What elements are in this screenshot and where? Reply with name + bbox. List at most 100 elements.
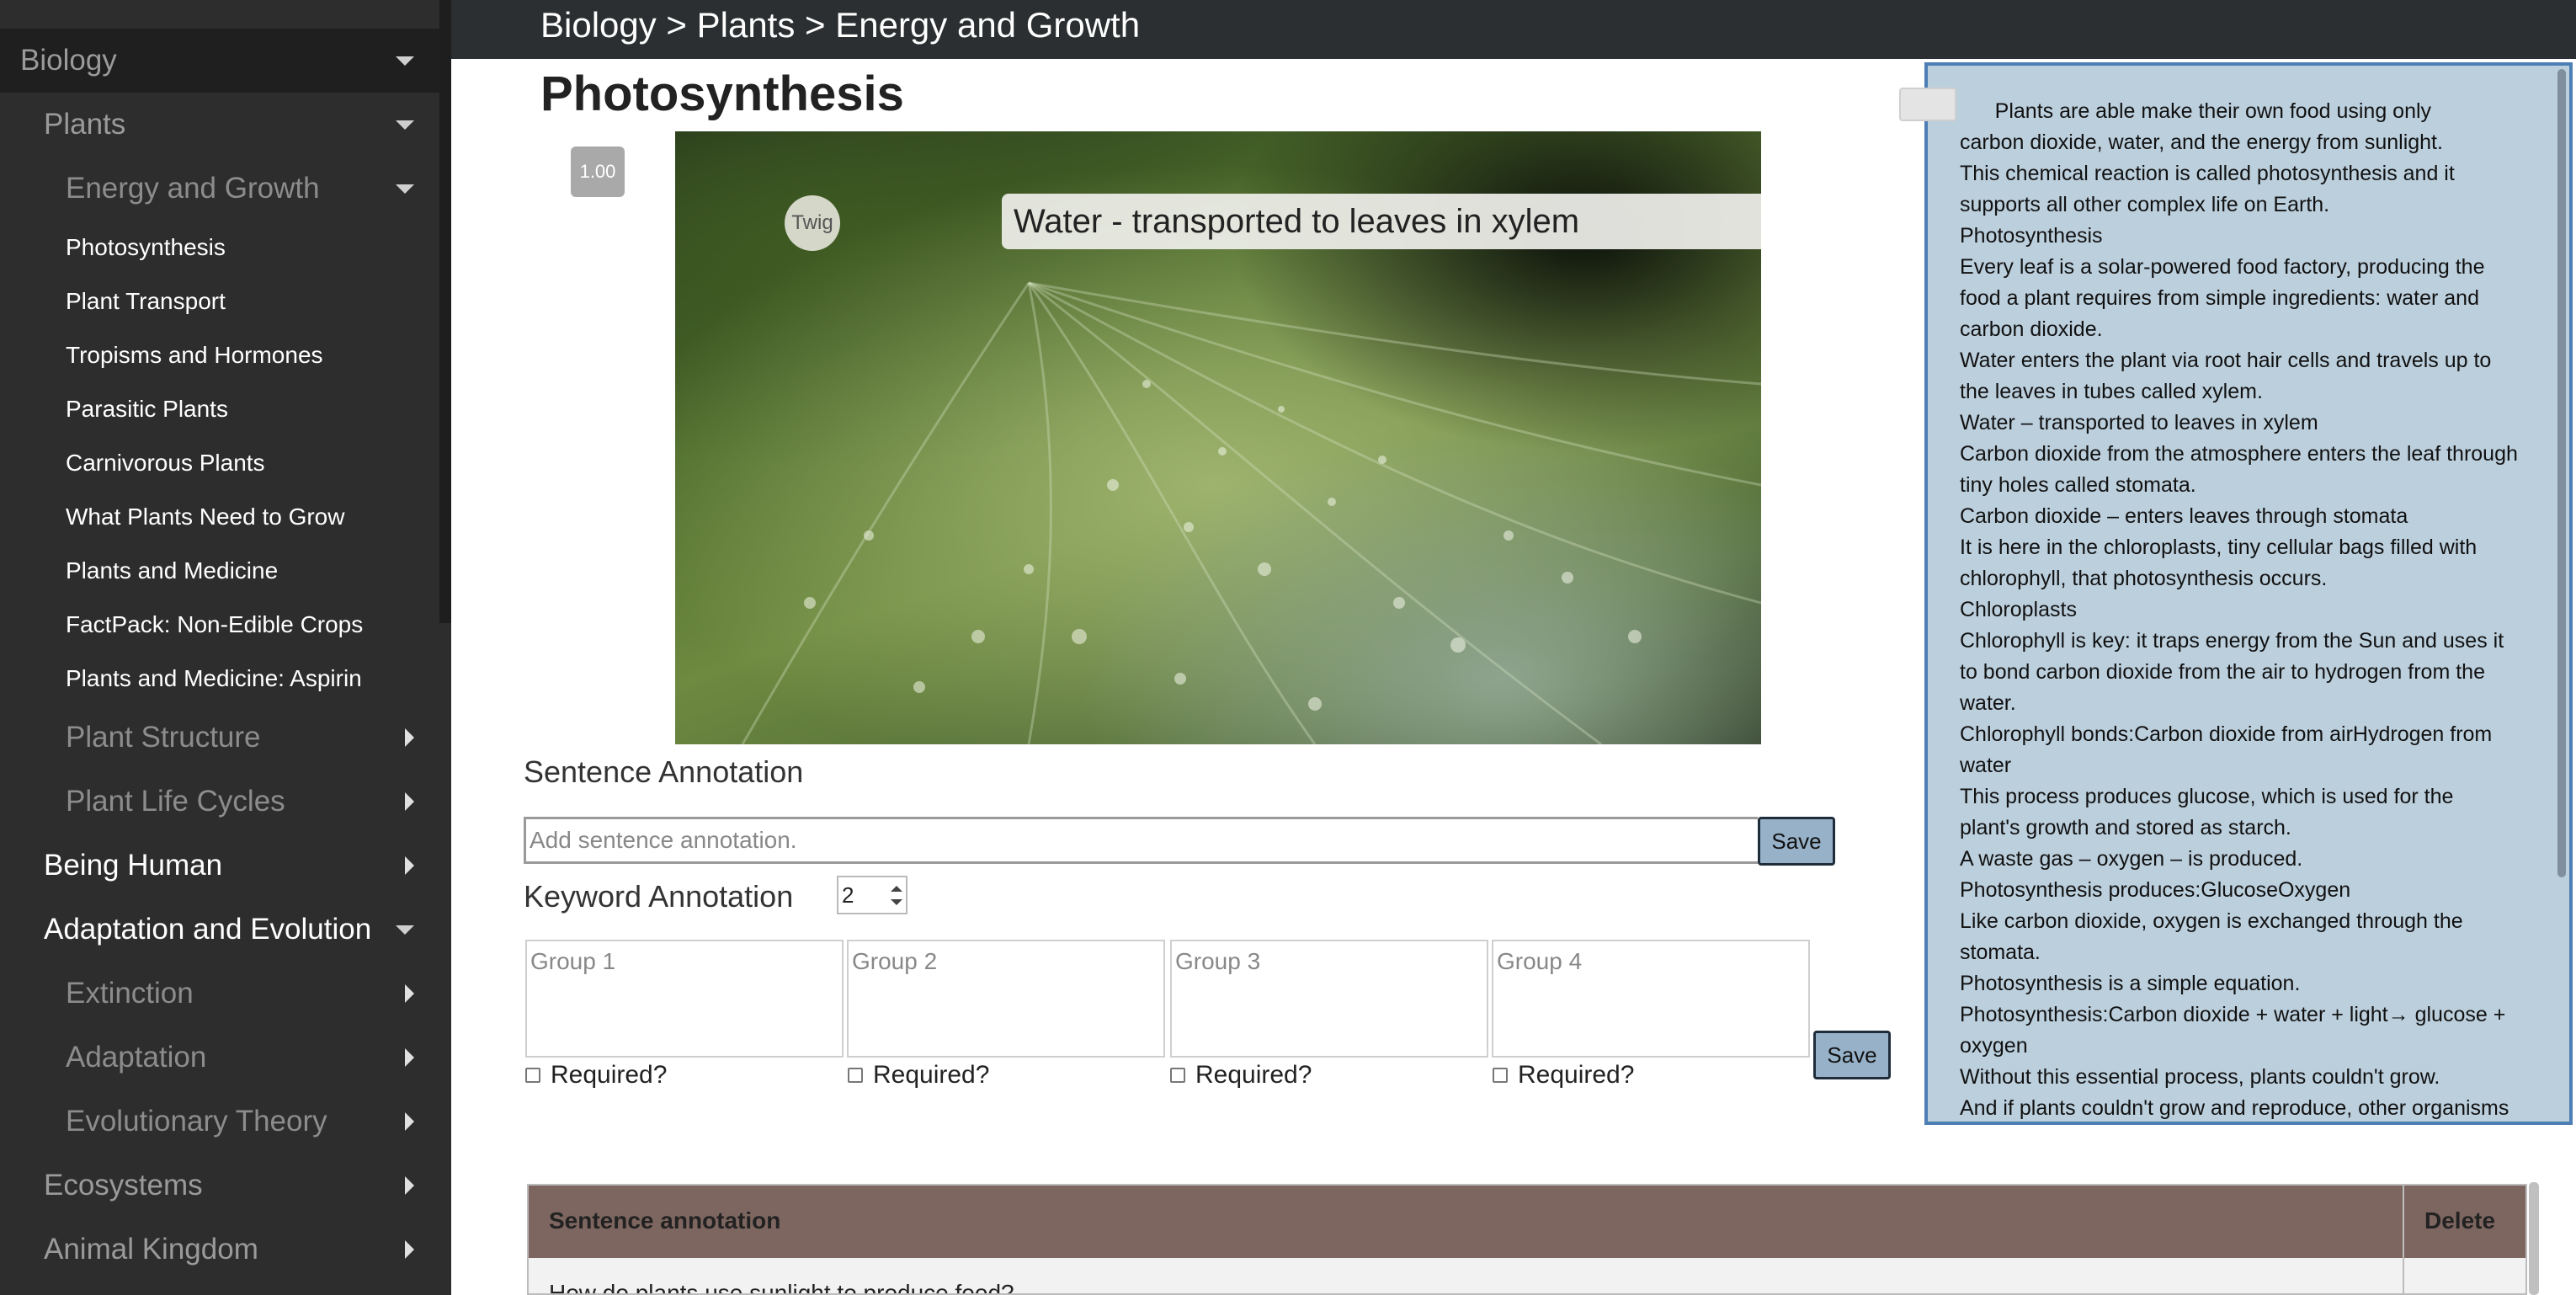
- group-3-required[interactable]: Required?: [1170, 1061, 1312, 1090]
- sidebar-item-label: Carnivorous Plants: [66, 450, 265, 476]
- sidebar-item-ecosystems[interactable]: Ecosystems: [0, 1154, 439, 1218]
- chevron-down-icon[interactable]: [396, 56, 414, 66]
- sidebar-item-label: FactPack: Non-Edible Crops: [66, 611, 364, 637]
- sidebar-item-adaptation[interactable]: Adaptation: [0, 1026, 439, 1090]
- transcript-line: Carbon dioxide from the atmosphere enter…: [1960, 442, 2518, 466]
- transcript-line: the leaves in tubes called xylem.: [1960, 380, 2263, 403]
- chevron-down-icon[interactable]: [396, 925, 414, 935]
- required-label: Required?: [1195, 1061, 1312, 1089]
- chevron-right-icon[interactable]: [405, 1240, 414, 1259]
- sidebar-item-plants-and-medicine[interactable]: Plants and Medicine: [0, 544, 439, 598]
- keyword-save-button[interactable]: Save: [1813, 1031, 1891, 1079]
- sidebar-item-label: Being Human: [44, 849, 223, 882]
- sentence-save-button[interactable]: Save: [1758, 817, 1835, 866]
- chevron-right-icon[interactable]: [405, 1048, 414, 1067]
- transcript-text[interactable]: Plants are able make their own food usin…: [1960, 96, 2541, 1122]
- group-1-required[interactable]: Required?: [525, 1061, 667, 1090]
- transcript-line: water.: [1960, 691, 2016, 715]
- chevron-right-icon[interactable]: [405, 984, 414, 1003]
- sidebar-item-label: Plants and Medicine: Aspirin: [66, 665, 362, 691]
- transcript-line: Photosynthesis produces:GlucoseOxygen: [1960, 878, 2351, 902]
- table-header: Sentence annotation Delete: [529, 1186, 2525, 1258]
- keyword-group-2-input[interactable]: Group 2: [847, 940, 1165, 1058]
- transcript-line: Every leaf is a solar-powered food facto…: [1960, 255, 2485, 279]
- required-checkbox[interactable]: [1170, 1068, 1185, 1083]
- delete-annotation-button[interactable]: [1899, 88, 1956, 121]
- page-scrollbar[interactable]: [2529, 1182, 2539, 1295]
- sidebar-item-plant-life-cycles[interactable]: Plant Life Cycles: [0, 770, 439, 834]
- stepper-arrows-icon[interactable]: [887, 881, 904, 911]
- keyword-group-3-input[interactable]: Group 3: [1170, 940, 1488, 1058]
- chevron-right-icon[interactable]: [405, 1176, 414, 1195]
- column-header-delete: Delete: [2424, 1207, 2496, 1234]
- sidebar-item-carnivorous-plants[interactable]: Carnivorous Plants: [0, 436, 439, 490]
- sidebar-item-label: Plant Life Cycles: [66, 785, 285, 818]
- sidebar-item-label: Plant Transport: [66, 288, 226, 314]
- transcript-line: And if plants couldn't grow and reproduc…: [1960, 1096, 2509, 1120]
- sidebar-item-factpack-non-edible-crops[interactable]: FactPack: Non-Edible Crops: [0, 598, 439, 652]
- sentence-annotation-input[interactable]: Add sentence annotation.: [524, 817, 1758, 864]
- sidebar-item-biology[interactable]: Biology: [0, 29, 439, 93]
- chevron-down-icon[interactable]: [396, 184, 414, 194]
- sidebar-item-label: Extinction: [66, 977, 194, 1010]
- sidebar-item-evolutionary-theory[interactable]: Evolutionary Theory: [0, 1090, 439, 1154]
- annotation-sentence-cell: How do plants use sunlight to produce fo…: [549, 1280, 1014, 1295]
- transcript-line: stomata.: [1960, 941, 2041, 964]
- transcript-line: Plants are able make their own food usin…: [1960, 99, 2432, 123]
- sidebar-item-parasitic-plants[interactable]: Parasitic Plants: [0, 382, 439, 436]
- keyword-group-4-input[interactable]: Group 4: [1492, 940, 1810, 1058]
- sidebar-item-adaptation-and-evolution[interactable]: Adaptation and Evolution: [0, 898, 439, 962]
- sidebar-item-label: Parasitic Plants: [66, 396, 228, 422]
- transcript-line: Water – transported to leaves in xylem: [1960, 411, 2318, 434]
- chevron-right-icon[interactable]: [405, 1112, 414, 1131]
- transcript-line: Like carbon dioxide, oxygen is exchanged…: [1960, 909, 2463, 933]
- transcript-line: tiny holes called stomata.: [1960, 473, 2196, 497]
- chevron-right-icon[interactable]: [405, 792, 414, 811]
- chevron-down-icon[interactable]: [396, 120, 414, 130]
- sidebar-item-plant-structure[interactable]: Plant Structure: [0, 706, 439, 770]
- sidebar-item-label: Photosynthesis: [66, 234, 226, 260]
- sidebar-item-tropisms-and-hormones[interactable]: Tropisms and Hormones: [0, 328, 439, 382]
- transcript-scrollbar[interactable]: [2557, 69, 2566, 877]
- sidebar-item-what-plants-need-to-grow[interactable]: What Plants Need to Grow: [0, 490, 439, 544]
- group-4-required[interactable]: Required?: [1493, 1061, 1634, 1090]
- chevron-right-icon[interactable]: [405, 728, 414, 747]
- sidebar-item-photosynthesis[interactable]: Photosynthesis: [0, 221, 439, 274]
- sidebar-item-label: Ecosystems: [44, 1169, 203, 1202]
- sidebar-item-animal-kingdom[interactable]: Animal Kingdom: [0, 1218, 439, 1282]
- transcript-line: carbon dioxide, water, and the energy fr…: [1960, 131, 2443, 154]
- transcript-line: to bond carbon dioxide from the air to h…: [1960, 660, 2485, 684]
- sidebar-item-label: Adaptation: [66, 1041, 207, 1074]
- breadcrumb[interactable]: Biology > Plants > Energy and Growth: [540, 5, 1140, 45]
- sidebar-item-label: What Plants Need to Grow: [66, 504, 345, 530]
- sidebar-item-extinction[interactable]: Extinction: [0, 962, 439, 1026]
- chevron-right-icon[interactable]: [405, 856, 414, 875]
- keyword-group-1-input[interactable]: Group 1: [525, 940, 844, 1058]
- sidebar-item-plant-transport[interactable]: Plant Transport: [0, 274, 439, 328]
- sidebar-item-plants-and-medicine-aspirin[interactable]: Plants and Medicine: Aspirin: [0, 652, 439, 706]
- sidebar-item-label: Plant Structure: [66, 721, 261, 754]
- transcript-line: This chemical reaction is called photosy…: [1960, 162, 2455, 185]
- required-checkbox[interactable]: [1493, 1068, 1508, 1083]
- playback-speed-button[interactable]: 1.00: [571, 147, 625, 197]
- column-header-sentence: Sentence annotation: [549, 1207, 781, 1234]
- group-2-required[interactable]: Required?: [848, 1061, 989, 1090]
- keyword-annotation-title: Keyword Annotation: [524, 879, 794, 914]
- keyword-count-stepper[interactable]: 2: [837, 876, 907, 914]
- required-label: Required?: [873, 1061, 990, 1089]
- sidebar-item-being-human[interactable]: Being Human: [0, 834, 439, 898]
- header-bar: Biology > Plants > Energy and Growth: [451, 0, 2576, 59]
- sidebar-scrollbar[interactable]: [439, 0, 451, 623]
- required-checkbox[interactable]: [525, 1068, 540, 1083]
- transcript-line: oxygen: [1960, 1034, 2028, 1058]
- sidebar-item-energy-and-growth[interactable]: Energy and Growth: [0, 157, 439, 221]
- required-checkbox[interactable]: [848, 1068, 863, 1083]
- transcript-panel[interactable]: Plants are able make their own food usin…: [1924, 62, 2573, 1125]
- keyword-count-value: 2: [842, 882, 854, 908]
- sidebar-item-label: Energy and Growth: [66, 172, 320, 205]
- sidebar-item-plants[interactable]: Plants: [0, 93, 439, 157]
- video-player[interactable]: Twig Water - transported to leaves in xy…: [675, 131, 1761, 744]
- table-row: How do plants use sunlight to produce fo…: [529, 1258, 2525, 1295]
- sidebar-item-label: Tropisms and Hormones: [66, 342, 323, 368]
- transcript-line: Water enters the plant via root hair cel…: [1960, 349, 2492, 372]
